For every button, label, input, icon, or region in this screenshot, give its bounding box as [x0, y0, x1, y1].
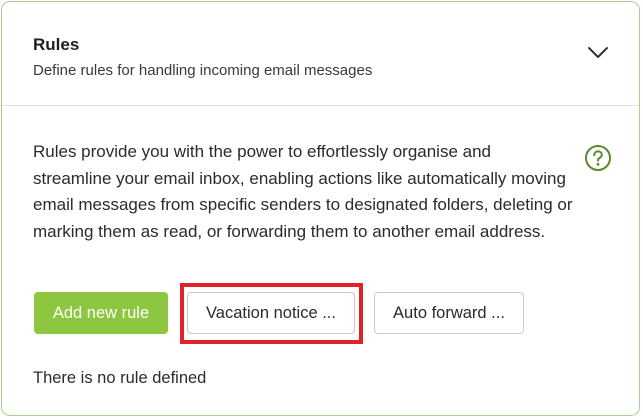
chevron-down-icon[interactable]: [586, 45, 610, 61]
empty-state-text: There is no rule defined: [33, 369, 207, 387]
auto-forward-button[interactable]: Auto forward ...: [374, 292, 524, 334]
rules-description: Rules provide you with the power to effo…: [33, 142, 573, 241]
question-circle-icon[interactable]: [584, 144, 612, 172]
vacation-notice-button[interactable]: Vacation notice ...: [187, 292, 355, 334]
add-new-rule-button[interactable]: Add new rule: [34, 292, 168, 334]
section-title: Rules: [33, 35, 80, 54]
rules-section-header[interactable]: Rules Define rules for handling incoming…: [2, 2, 639, 106]
section-subtitle: Define rules for handling incoming email…: [33, 62, 373, 79]
rules-card: Rules Define rules for handling incoming…: [1, 1, 640, 416]
